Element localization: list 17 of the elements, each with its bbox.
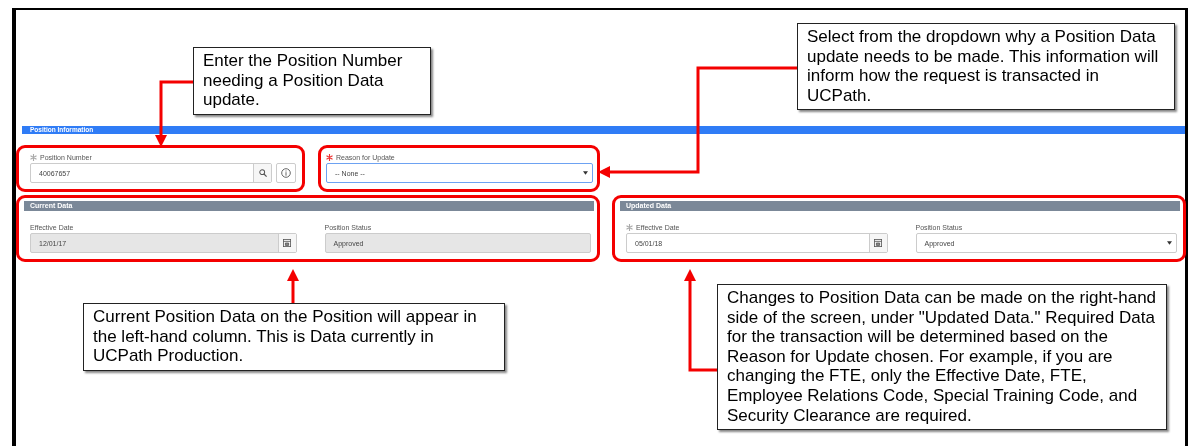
callout-note: Select from the dropdown why a Position Data update needs to be made. This information will inform how the request is transacted in UCPath.: [797, 23, 1175, 111]
callout-note: Current Position Data on the Position will appear in the left-hand column. This is Data currently in UCPath Production.: [83, 303, 505, 371]
caret-icon: [583, 171, 588, 175]
search-button[interactable]: [253, 164, 271, 182]
callout-arrow: [287, 269, 299, 303]
info-button[interactable]: [276, 163, 296, 183]
calendar-button[interactable]: [868, 234, 887, 252]
calendar-icon: [874, 239, 882, 247]
required-icon: [30, 153, 37, 161]
caret-icon: [1167, 241, 1172, 245]
callout-note: Enter the Position Number needing a Position Data update.: [193, 47, 431, 115]
info-icon: [281, 168, 291, 178]
callout-note: Changes to Position Data can be made on the right-hand side of the screen, under "Updated Data." Required Data for the transaction will be determined based on the Reason for Update chosen. For example, if you are changing the FTE, only the Effective Date, FTE, Employee Relations Code, Special Training Code, and Security Clearance are required.: [717, 284, 1167, 431]
calendar-icon: [283, 239, 291, 247]
required-icon: [626, 223, 633, 231]
search-icon: [258, 169, 267, 177]
required-icon: [326, 153, 333, 161]
